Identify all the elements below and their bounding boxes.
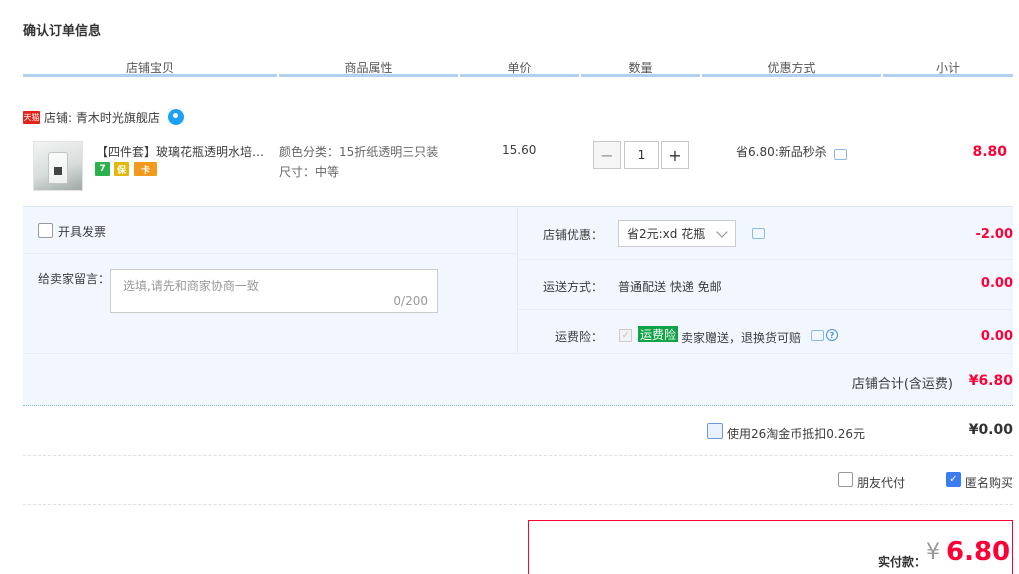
message-label: 给卖家留言： xyxy=(38,272,111,286)
shop-discount-value: -2.00 xyxy=(975,227,1013,242)
seven-day-return-icon: 7 xyxy=(95,162,110,176)
friend-pay-checkbox[interactable] xyxy=(838,472,853,487)
wangwang-chat-icon[interactable] xyxy=(167,109,184,125)
panel-divider xyxy=(518,309,1013,310)
chevron-down-icon xyxy=(716,226,728,238)
insurance-comment-icon[interactable] xyxy=(811,330,824,341)
discount-comment-icon[interactable] xyxy=(752,228,765,239)
help-icon[interactable]: ? xyxy=(826,329,838,341)
insurance-label: 运费险： xyxy=(555,330,604,344)
anonymous-checkbox[interactable]: ✓ xyxy=(946,472,961,487)
item-promo: 省6.80:新品秒杀 xyxy=(736,145,827,159)
coins-checkbox[interactable] xyxy=(707,423,723,439)
message-textarea[interactable]: 选填,请先和商家协商一致 0/200 xyxy=(110,269,438,313)
anonymous-label: 匿名购买 xyxy=(965,476,1014,490)
qty-increase-button[interactable]: + xyxy=(661,141,689,169)
shop-name-link[interactable]: 店铺: 青木时光旗舰店 xyxy=(44,109,160,126)
item-subtotal: 8.80 xyxy=(972,144,1007,160)
column-header-unit-price: 单价 xyxy=(460,59,579,77)
message-char-count: 0/200 xyxy=(393,294,428,308)
column-header-shop-item: 店铺宝贝 xyxy=(23,59,277,77)
credit-card-icon: 卡 xyxy=(134,162,157,176)
column-header-quantity: 数量 xyxy=(581,59,700,77)
invoice-label: 开具发票 xyxy=(58,225,107,239)
invoice-checkbox[interactable] xyxy=(38,223,53,238)
payment-summary xyxy=(528,520,1013,574)
coins-value: ¥0.00 xyxy=(968,422,1013,438)
insurance-fee: 0.00 xyxy=(980,329,1013,344)
shipping-method: 普通配送 快递 免邮 xyxy=(618,280,722,294)
panel-divider xyxy=(517,207,518,353)
panel-divider xyxy=(23,253,517,254)
friend-pay-label: 朋友代付 xyxy=(857,476,906,490)
shop-total-value: ¥6.80 xyxy=(968,373,1013,389)
panel-divider xyxy=(518,259,1013,260)
coins-label: 使用26淘金币抵扣0.26元 xyxy=(727,427,865,441)
payment-currency: ¥ xyxy=(926,540,940,565)
qty-decrease-button[interactable]: − xyxy=(593,141,621,169)
insurance-checkbox: ✓ xyxy=(619,329,632,342)
page-title: 确认订单信息 xyxy=(23,24,102,39)
shop-row: 天猫 店铺: 青木时光旗舰店 xyxy=(23,109,184,125)
item-thumbnail[interactable] xyxy=(33,141,83,191)
shop-discount-selected: 省2元:xd 花瓶 xyxy=(627,227,706,241)
insurance-badge: 运费险 xyxy=(638,326,679,342)
shipping-label: 运送方式： xyxy=(543,280,604,294)
guarantee-icon: 保 xyxy=(114,162,129,176)
tmall-icon: 天猫 xyxy=(23,110,40,124)
column-header-discount: 优惠方式 xyxy=(702,59,881,77)
shipping-fee: 0.00 xyxy=(980,276,1013,291)
payment-label: 实付款： xyxy=(878,555,927,569)
column-header-subtotal: 小计 xyxy=(883,59,1013,77)
unit-price: 15.60 xyxy=(502,143,537,157)
divider xyxy=(23,504,1013,505)
message-placeholder: 选填,请先和商家协商一致 xyxy=(123,279,259,293)
shop-discount-label: 店铺优惠： xyxy=(543,228,604,242)
shop-discount-select[interactable]: 省2元:xd 花瓶 xyxy=(618,220,736,247)
promo-comment-icon[interactable] xyxy=(834,149,847,160)
divider xyxy=(23,455,1013,456)
panel-divider xyxy=(23,353,1013,354)
column-header-attributes: 商品属性 xyxy=(279,59,458,77)
payment-amount: 6.80 xyxy=(946,537,1011,567)
item-attr-size: 尺寸：中等 xyxy=(279,165,340,179)
qty-input[interactable] xyxy=(624,141,659,169)
shop-total-label: 店铺合计(含运费) xyxy=(851,377,953,392)
insurance-text: 卖家赠送，退换货可赔 xyxy=(681,331,802,345)
item-title-link[interactable]: 【四件套】玻璃花瓶透明水培绿... xyxy=(96,143,274,160)
item-attr-color: 颜色分类：15折纸透明三只装 xyxy=(279,145,439,159)
